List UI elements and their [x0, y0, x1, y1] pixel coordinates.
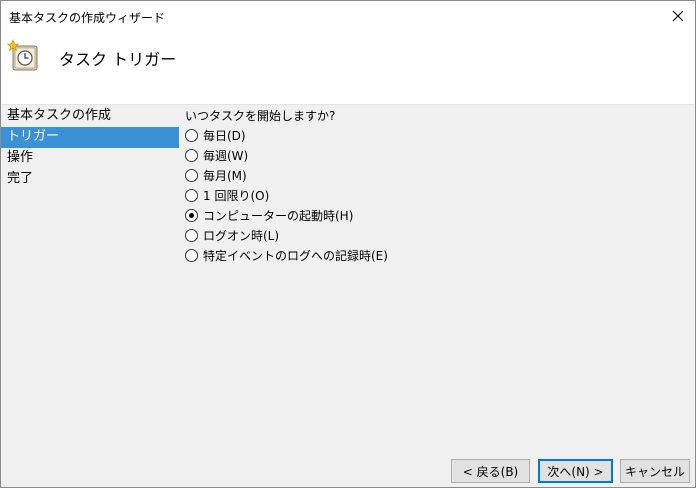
- radio-label: コンピューターの起動時(H): [203, 208, 354, 223]
- wizard-window: 基本タスクの作成ウィザード タスク トリガー 基本タスクの作成 トリガー 操作 …: [0, 0, 696, 488]
- wizard-footer: < 戻る(B) 次へ(N) > キャンセル: [1, 453, 695, 487]
- radio-label: 毎週(W): [203, 148, 249, 163]
- step-create-basic-task: 基本タスクの作成: [7, 108, 112, 123]
- radio-button[interactable]: [185, 148, 198, 162]
- step-action: 操作: [7, 150, 34, 165]
- radio-label: 特定イベントのログへの記録時(E): [203, 248, 388, 263]
- cancel-button[interactable]: キャンセル: [620, 459, 690, 483]
- radio-monthly[interactable]: 毎月(M): [185, 165, 685, 185]
- next-button[interactable]: 次へ(N) >: [538, 459, 613, 483]
- page-title: タスク トリガー: [59, 50, 177, 69]
- step-trigger: トリガー: [1, 127, 179, 148]
- radio-button[interactable]: [185, 168, 198, 182]
- wizard-header: タスク トリガー: [1, 31, 695, 105]
- radio-event-logged[interactable]: 特定イベントのログへの記録時(E): [185, 245, 685, 265]
- radio-label: ログオン時(L): [203, 228, 280, 243]
- title-bar: 基本タスクの作成ウィザード: [1, 1, 695, 31]
- radio-button[interactable]: [185, 128, 198, 142]
- close-icon: [672, 10, 684, 22]
- trigger-question: いつタスクを開始しますか?: [185, 109, 336, 123]
- back-button[interactable]: < 戻る(B): [451, 459, 530, 483]
- radio-button[interactable]: [185, 248, 198, 262]
- radio-button-checked[interactable]: [185, 208, 198, 222]
- task-clock-icon: [7, 39, 38, 71]
- radio-label: 毎日(D): [203, 128, 246, 143]
- wizard-steps: 基本タスクの作成 トリガー 操作 完了: [1, 106, 179, 190]
- trigger-options: いつタスクを開始しますか? 毎日(D) 毎週(W) 毎月(M) 1 回限り(O)…: [185, 107, 685, 265]
- radio-button[interactable]: [185, 228, 198, 242]
- radio-logon[interactable]: ログオン時(L): [185, 225, 685, 245]
- radio-one-time[interactable]: 1 回限り(O): [185, 185, 685, 205]
- step-finish: 完了: [7, 171, 34, 186]
- radio-computer-startup[interactable]: コンピューターの起動時(H): [185, 205, 685, 225]
- close-button[interactable]: [661, 1, 695, 31]
- radio-button[interactable]: [185, 188, 198, 202]
- radio-label: 1 回限り(O): [203, 188, 270, 203]
- radio-label: 毎月(M): [203, 168, 247, 183]
- radio-daily[interactable]: 毎日(D): [185, 125, 685, 145]
- window-title: 基本タスクの作成ウィザード: [9, 11, 166, 25]
- radio-weekly[interactable]: 毎週(W): [185, 145, 685, 165]
